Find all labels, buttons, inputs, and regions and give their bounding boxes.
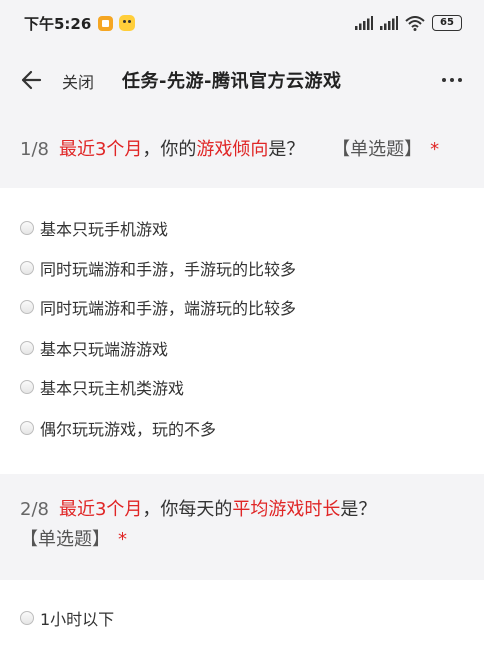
status-bar: 下午5:26 65 [0, 0, 484, 46]
question-highlight: 平均游戏时长 [232, 499, 341, 520]
question-text: ，你每天的 [142, 499, 233, 520]
signal-icon [380, 16, 398, 30]
question-1-options: 基本只玩手机游戏 同时玩端游和手游，手游玩的比较多 同时玩端游和手游，端游玩的比… [0, 188, 484, 474]
option-item[interactable]: 基本只玩主机类游戏 [20, 375, 184, 399]
option-item[interactable]: 偶尔玩玩游戏，玩的不多 [20, 416, 216, 440]
radio-button[interactable] [20, 341, 34, 355]
notification-icon [98, 15, 114, 31]
question-highlight: 游戏倾向 [196, 139, 269, 160]
option-item[interactable]: 同时玩端游和手游，手游玩的比较多 [20, 256, 296, 280]
close-button[interactable]: 关闭 [62, 69, 94, 93]
required-marker: * [430, 139, 440, 160]
option-item[interactable]: 同时玩端游和手游，端游玩的比较多 [20, 295, 296, 319]
radio-button[interactable] [20, 261, 34, 275]
status-indicators: 65 [355, 15, 462, 31]
question-1-header: 1/8 最近3个月，你的游戏倾向是？ 【单选题】 * [0, 136, 484, 164]
radio-button[interactable] [20, 421, 34, 435]
question-text: ，你的 [142, 139, 197, 160]
question-number: 2/8 [20, 499, 49, 520]
option-label: 基本只玩手机游戏 [40, 220, 169, 239]
question-type-tag: 【单选题】 [332, 139, 423, 160]
option-item[interactable]: 基本只玩端游游戏 [20, 336, 168, 360]
option-label: 同时玩端游和手游，端游玩的比较多 [40, 299, 297, 318]
back-arrow-icon[interactable] [20, 69, 42, 91]
question-text: 是？ [268, 139, 305, 160]
option-label: 偶尔玩玩游戏，玩的不多 [40, 420, 217, 439]
question-text: 是？ [340, 499, 377, 520]
option-label: 基本只玩端游游戏 [40, 340, 169, 359]
status-time: 下午5:26 [24, 14, 92, 33]
option-item[interactable]: 基本只玩手机游戏 [20, 216, 168, 240]
question-2-options: 1小时以下 [0, 580, 484, 650]
battery-icon: 65 [432, 15, 462, 31]
question-highlight: 最近3个月 [58, 139, 143, 160]
option-label: 基本只玩主机类游戏 [40, 379, 185, 398]
radio-button[interactable] [20, 300, 34, 314]
option-item[interactable]: 1小时以下 [20, 606, 114, 630]
required-marker: * [118, 529, 127, 550]
radio-button[interactable] [20, 611, 34, 625]
page-title: 任务-先游-腾讯官方云游戏 [122, 71, 342, 92]
option-label: 同时玩端游和手游，手游玩的比较多 [40, 260, 297, 279]
question-highlight: 最近3个月 [58, 499, 143, 520]
question-2-header: 2/8 最近3个月，你每天的平均游戏时长是？ 【单选题】 * [0, 496, 484, 554]
signal-icon [355, 16, 373, 30]
nav-bar: 关闭 任务-先游-腾讯官方云游戏 [0, 46, 484, 116]
radio-button[interactable] [20, 380, 34, 394]
app-icon [119, 15, 136, 31]
question-number: 1/8 [20, 139, 49, 160]
question-type-tag: 【单选题】 [20, 529, 110, 550]
more-options-icon[interactable] [442, 78, 462, 82]
option-label: 1小时以下 [40, 610, 115, 629]
radio-button[interactable] [20, 221, 34, 235]
wifi-icon [405, 15, 425, 31]
